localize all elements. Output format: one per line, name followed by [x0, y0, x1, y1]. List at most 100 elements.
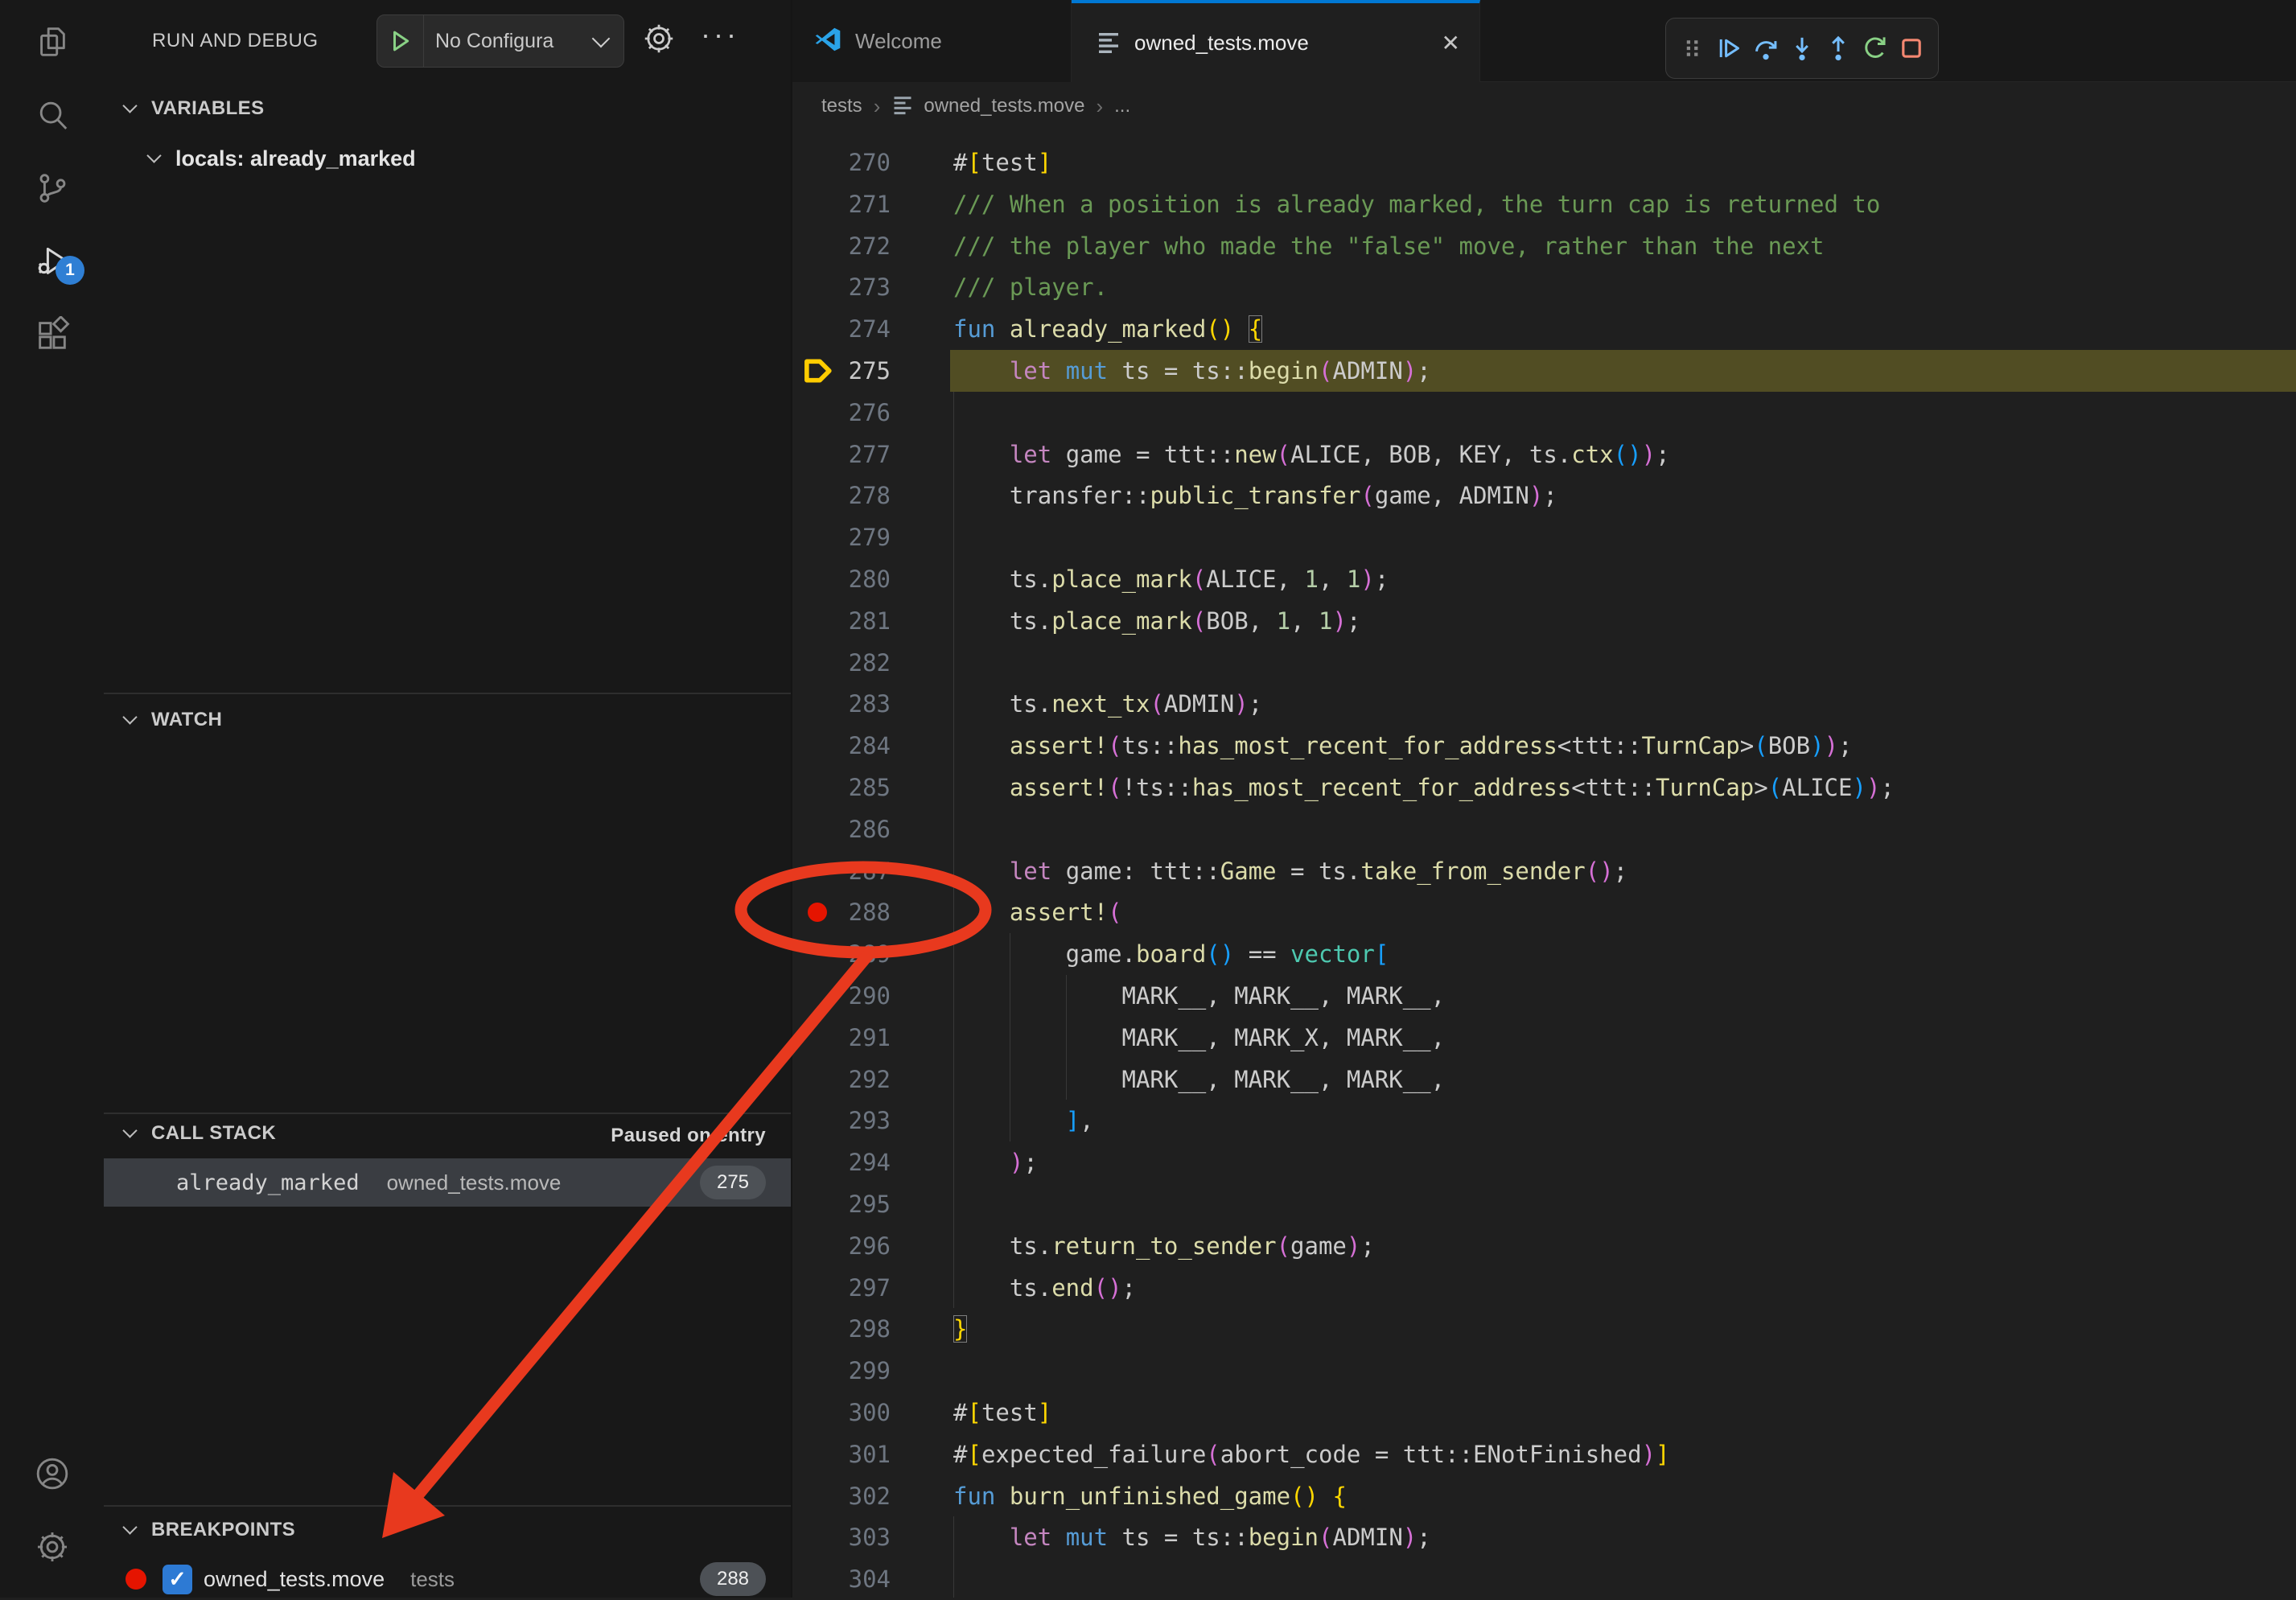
chevron-down-icon: [592, 30, 611, 48]
breakpoint-list-item[interactable]: ✓ owned_tests.move tests 288: [104, 1558, 791, 1600]
code-line[interactable]: 278 transfer::public_transfer(game, ADMI…: [792, 475, 2296, 516]
code-line[interactable]: 276: [792, 392, 2296, 434]
close-icon[interactable]: ✕: [1442, 30, 1460, 56]
tab-welcome-label: Welcome: [855, 29, 942, 54]
code-text: /// player.: [953, 266, 1108, 308]
debug-settings-gear-icon[interactable]: [641, 21, 677, 60]
code-line[interactable]: 304: [792, 1558, 2296, 1598]
step-out-icon[interactable]: [1822, 27, 1855, 69]
step-over-icon[interactable]: [1749, 27, 1782, 69]
tab-welcome[interactable]: Welcome: [792, 0, 1072, 82]
breakpoints-label: BREAKPOINTS: [151, 1519, 295, 1541]
code-line[interactable]: 301#[expected_failure(abort_code = ttt::…: [792, 1433, 2296, 1475]
code-line[interactable]: 297 ts.end();: [792, 1267, 2296, 1309]
launch-config-dropdown[interactable]: No Configura: [376, 14, 624, 68]
code-text: assert!(: [953, 891, 1122, 933]
run-and-debug-icon[interactable]: 1: [0, 224, 104, 298]
line-number: 287: [825, 850, 891, 892]
code-line[interactable]: 299: [792, 1350, 2296, 1392]
code-text: fun burn_unfinished_game() {: [953, 1475, 1347, 1517]
call-stack-section-header[interactable]: CALL STACK Paused on entry: [104, 1115, 791, 1152]
code-line[interactable]: 277 let game = ttt::new(ALICE, BOB, KEY,…: [792, 434, 2296, 475]
source-control-icon[interactable]: [0, 151, 104, 224]
extensions-icon[interactable]: [0, 298, 104, 371]
code-line[interactable]: 280 ts.place_mark(ALICE, 1, 1);: [792, 558, 2296, 600]
activity-bar: 1: [0, 0, 104, 1598]
chevron-down-icon: [146, 148, 161, 162]
step-into-icon[interactable]: [1785, 27, 1818, 69]
code-text: transfer::public_transfer(game, ADMIN);: [953, 475, 1557, 516]
breadcrumb-file[interactable]: owned_tests.move: [924, 95, 1084, 117]
code-line[interactable]: 292 MARK__, MARK__, MARK__,: [792, 1059, 2296, 1100]
stop-icon[interactable]: [1895, 27, 1928, 69]
line-number: 279: [825, 516, 891, 558]
code-text: let game: ttt::Game = ts.take_from_sende…: [953, 850, 1627, 892]
code-line[interactable]: 271/// When a position is already marked…: [792, 183, 2296, 225]
line-number: 300: [825, 1392, 891, 1433]
line-number: 296: [825, 1225, 891, 1267]
chevron-down-icon: [122, 710, 137, 724]
code-line[interactable]: 288 assert!(: [792, 891, 2296, 933]
variables-locals-row[interactable]: locals: already_marked: [104, 138, 791, 179]
file-list-icon: [891, 93, 914, 121]
code-line[interactable]: 289 game.board() == vector[: [792, 933, 2296, 975]
code-line[interactable]: 296 ts.return_to_sender(game);: [792, 1225, 2296, 1267]
code-line[interactable]: 284 assert!(ts::has_most_recent_for_addr…: [792, 725, 2296, 767]
continue-icon[interactable]: [1712, 27, 1745, 69]
restart-icon[interactable]: [1858, 27, 1891, 69]
code-line[interactable]: 291 MARK__, MARK_X, MARK__,: [792, 1017, 2296, 1059]
settings-gear-icon[interactable]: [0, 1510, 104, 1583]
locals-label: locals: already_marked: [175, 146, 416, 171]
code-text: let mut ts = ts::begin(ADMIN);: [953, 1516, 1431, 1558]
code-line[interactable]: 270#[test]: [792, 142, 2296, 183]
line-number: 299: [825, 1350, 891, 1392]
chevron-down-icon: [122, 98, 137, 113]
code-line[interactable]: 282: [792, 642, 2296, 684]
code-line[interactable]: 290 MARK__, MARK__, MARK__,: [792, 975, 2296, 1017]
code-line[interactable]: 283 ts.next_tx(ADMIN);: [792, 683, 2296, 725]
line-number: 272: [825, 225, 891, 267]
tab-owned-tests-label: owned_tests.move: [1134, 31, 1309, 56]
code-editor[interactable]: 270#[test]271/// When a position is alre…: [792, 130, 2296, 1598]
tab-owned-tests[interactable]: owned_tests.move ✕: [1072, 0, 1480, 82]
more-actions-icon[interactable]: ···: [701, 18, 739, 51]
code-line[interactable]: 295: [792, 1183, 2296, 1225]
breadcrumb-symbol[interactable]: ...: [1114, 95, 1130, 117]
code-line[interactable]: 298}: [792, 1308, 2296, 1350]
toolbar-drag-handle[interactable]: [1676, 27, 1709, 69]
search-icon[interactable]: [0, 78, 104, 151]
code-text: ts.next_tx(ADMIN);: [953, 683, 1262, 725]
code-line[interactable]: 302fun burn_unfinished_game() {: [792, 1475, 2296, 1517]
code-line[interactable]: 286: [792, 808, 2296, 850]
breakpoints-section-header[interactable]: BREAKPOINTS: [104, 1512, 791, 1549]
line-number: 288: [825, 891, 891, 933]
call-stack-frame-row[interactable]: already_marked owned_tests.move 275: [104, 1158, 791, 1207]
code-line[interactable]: 294 );: [792, 1141, 2296, 1183]
code-line[interactable]: 303 let mut ts = ts::begin(ADMIN);: [792, 1516, 2296, 1558]
account-icon[interactable]: [0, 1437, 104, 1510]
code-line[interactable]: 293 ],: [792, 1100, 2296, 1141]
line-number: 274: [825, 308, 891, 350]
code-line[interactable]: 281 ts.place_mark(BOB, 1, 1);: [792, 600, 2296, 642]
line-number: 283: [825, 683, 891, 725]
breakpoint-checkbox[interactable]: ✓: [163, 1565, 192, 1594]
line-number: 294: [825, 1141, 891, 1183]
code-line[interactable]: 272/// the player who made the "false" m…: [792, 225, 2296, 267]
start-debug-icon[interactable]: [377, 15, 424, 67]
code-line[interactable]: 273/// player.: [792, 266, 2296, 308]
code-line[interactable]: 300#[test]: [792, 1392, 2296, 1433]
line-number: 278: [825, 475, 891, 516]
code-line[interactable]: 274fun already_marked() {: [792, 308, 2296, 350]
editor-group: Welcome owned_tests.move ✕ tests › owned…: [791, 0, 2296, 1598]
code-text: game.board() == vector[: [953, 933, 1389, 975]
code-line[interactable]: 279: [792, 516, 2296, 558]
code-line[interactable]: 275 let mut ts = ts::begin(ADMIN);: [792, 350, 2296, 392]
explorer-icon[interactable]: [0, 5, 104, 78]
breadcrumb-tests[interactable]: tests: [821, 95, 862, 117]
variables-section-header[interactable]: VARIABLES: [104, 90, 791, 127]
code-line[interactable]: 285 assert!(!ts::has_most_recent_for_add…: [792, 767, 2296, 808]
code-line[interactable]: 287 let game: ttt::Game = ts.take_from_s…: [792, 850, 2296, 892]
watch-section-header[interactable]: WATCH: [104, 701, 791, 738]
code-text: MARK__, MARK__, MARK__,: [953, 1059, 1445, 1100]
breakpoint-dot-icon: [125, 1569, 146, 1590]
